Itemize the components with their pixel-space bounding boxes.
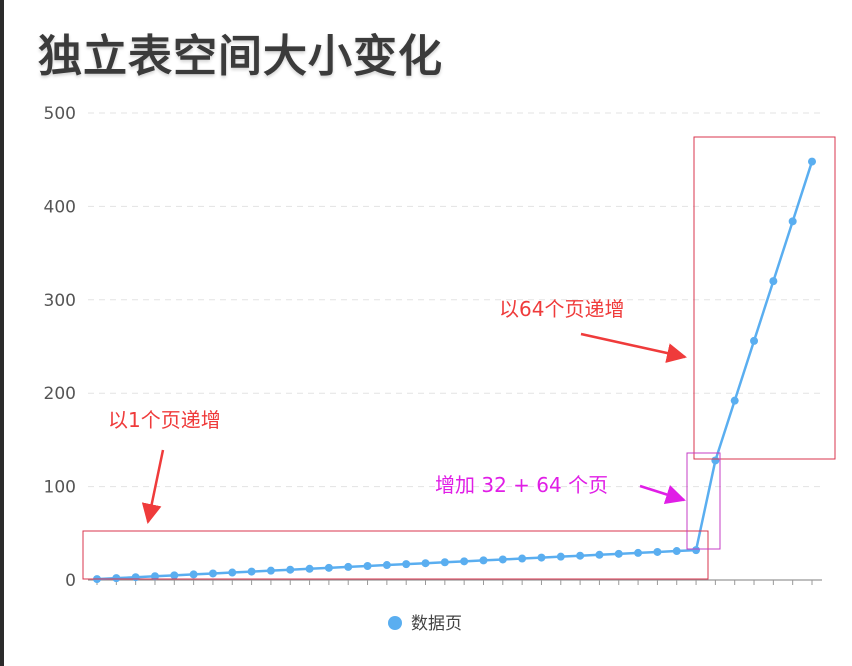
data-point-14[interactable] bbox=[344, 562, 353, 571]
y-tick-label-500: 500 bbox=[44, 104, 76, 124]
data-point-27[interactable] bbox=[595, 550, 604, 559]
series-line-data-pages bbox=[96, 161, 814, 581]
data-point-20[interactable] bbox=[460, 557, 469, 566]
annotation-box-64-pages bbox=[693, 136, 836, 460]
data-point-11[interactable] bbox=[286, 565, 295, 574]
y-tick-label-100: 100 bbox=[44, 478, 76, 498]
data-point-32[interactable] bbox=[692, 546, 701, 555]
data-point-28[interactable] bbox=[614, 549, 623, 558]
series-layer bbox=[93, 157, 816, 584]
data-point-35[interactable] bbox=[750, 336, 759, 345]
data-point-17[interactable] bbox=[402, 560, 411, 569]
y-tick-label-200: 200 bbox=[44, 384, 76, 404]
line-chart: 0 100 200 300 400 500 以64个页递增 以1个页递增 增加 32 + … bbox=[44, 104, 836, 634]
data-point-16[interactable] bbox=[382, 561, 391, 570]
data-point-37[interactable] bbox=[788, 217, 797, 226]
data-point-5[interactable] bbox=[170, 571, 179, 580]
y-axis-ticks: 0 100 200 300 400 500 bbox=[44, 104, 76, 591]
data-point-6[interactable] bbox=[189, 570, 198, 579]
data-point-9[interactable] bbox=[247, 567, 256, 576]
data-point-26[interactable] bbox=[576, 551, 585, 560]
legend[interactable]: 数据页 bbox=[388, 614, 462, 634]
data-point-23[interactable] bbox=[518, 554, 527, 563]
data-point-12[interactable] bbox=[305, 564, 314, 573]
data-point-34[interactable] bbox=[730, 396, 739, 405]
annotation-1-page: 以1个页递增 bbox=[108, 408, 221, 432]
data-point-33[interactable] bbox=[711, 456, 720, 465]
data-point-13[interactable] bbox=[324, 563, 333, 572]
legend-series-marker bbox=[388, 616, 402, 630]
arrow-64-pages bbox=[580, 332, 687, 363]
arrow-jump bbox=[639, 484, 686, 505]
annotation-64-pages: 以64个页递增 bbox=[499, 297, 624, 321]
data-point-31[interactable] bbox=[672, 547, 681, 556]
data-point-22[interactable] bbox=[498, 555, 507, 564]
legend-series-label: 数据页 bbox=[411, 614, 462, 634]
data-point-24[interactable] bbox=[537, 553, 546, 562]
data-point-2[interactable] bbox=[112, 574, 121, 583]
data-point-38[interactable] bbox=[808, 157, 816, 166]
y-tick-label-300: 300 bbox=[44, 291, 76, 311]
data-point-10[interactable] bbox=[266, 566, 275, 575]
data-point-3[interactable] bbox=[131, 573, 140, 582]
arrow-1-page bbox=[141, 449, 165, 524]
data-point-25[interactable] bbox=[556, 552, 565, 561]
annotation-jump: 增加 32 + 64 个页 bbox=[435, 473, 608, 497]
data-point-30[interactable] bbox=[653, 547, 662, 556]
y-tick-label-400: 400 bbox=[44, 197, 76, 217]
data-point-36[interactable] bbox=[769, 277, 778, 286]
data-point-19[interactable] bbox=[440, 558, 449, 567]
data-point-21[interactable] bbox=[479, 556, 488, 565]
data-point-8[interactable] bbox=[228, 568, 237, 577]
y-tick-label-0: 0 bbox=[65, 571, 76, 591]
data-point-29[interactable] bbox=[634, 548, 643, 557]
x-axis bbox=[88, 579, 822, 585]
data-point-7[interactable] bbox=[208, 569, 217, 578]
data-point-18[interactable] bbox=[421, 559, 430, 568]
data-point-15[interactable] bbox=[363, 561, 372, 570]
